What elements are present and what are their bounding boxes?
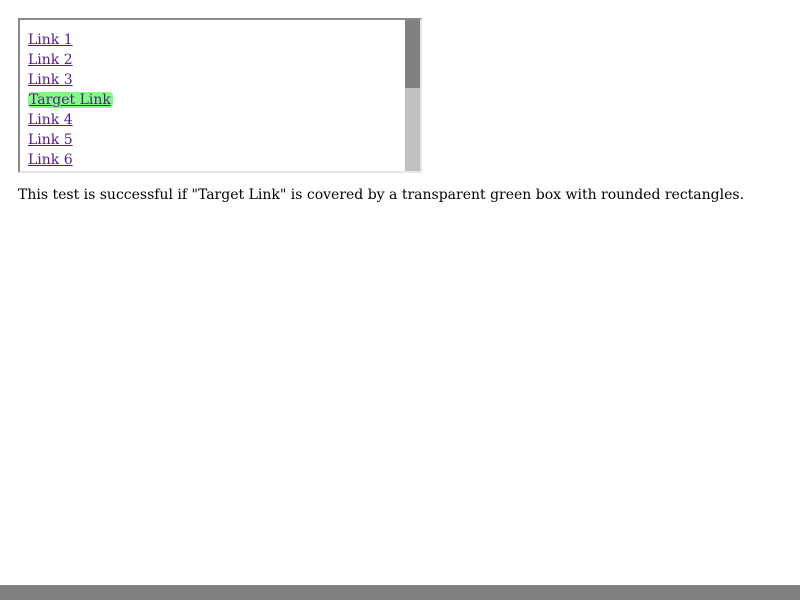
link-4[interactable]: Link 4 (28, 112, 73, 128)
list-item: Link 3 (28, 70, 113, 90)
horizontal-scrollbar[interactable] (0, 585, 800, 600)
vertical-scrollbar[interactable] (405, 20, 420, 171)
list-item: Link 5 (28, 130, 113, 150)
link-5[interactable]: Link 5 (28, 132, 73, 148)
test-instruction-text: This test is successful if "Target Link"… (18, 187, 745, 203)
scrollable-link-box[interactable]: Link 1 Link 2 Link 3 Target Link Link 4 … (18, 18, 422, 173)
link-3[interactable]: Link 3 (28, 72, 73, 88)
list-item: Link 4 (28, 110, 113, 130)
list-item: Link 1 (28, 30, 113, 50)
list-item: Link 2 (28, 50, 113, 70)
target-link[interactable]: Target Link (28, 92, 113, 108)
link-6[interactable]: Link 6 (28, 152, 73, 168)
scrollbar-thumb[interactable] (405, 20, 420, 88)
link-list: Link 1 Link 2 Link 3 Target Link Link 4 … (28, 30, 113, 170)
link-1[interactable]: Link 1 (28, 32, 73, 48)
list-item: Target Link (28, 90, 113, 110)
list-item: Link 6 (28, 150, 113, 170)
link-2[interactable]: Link 2 (28, 52, 73, 68)
